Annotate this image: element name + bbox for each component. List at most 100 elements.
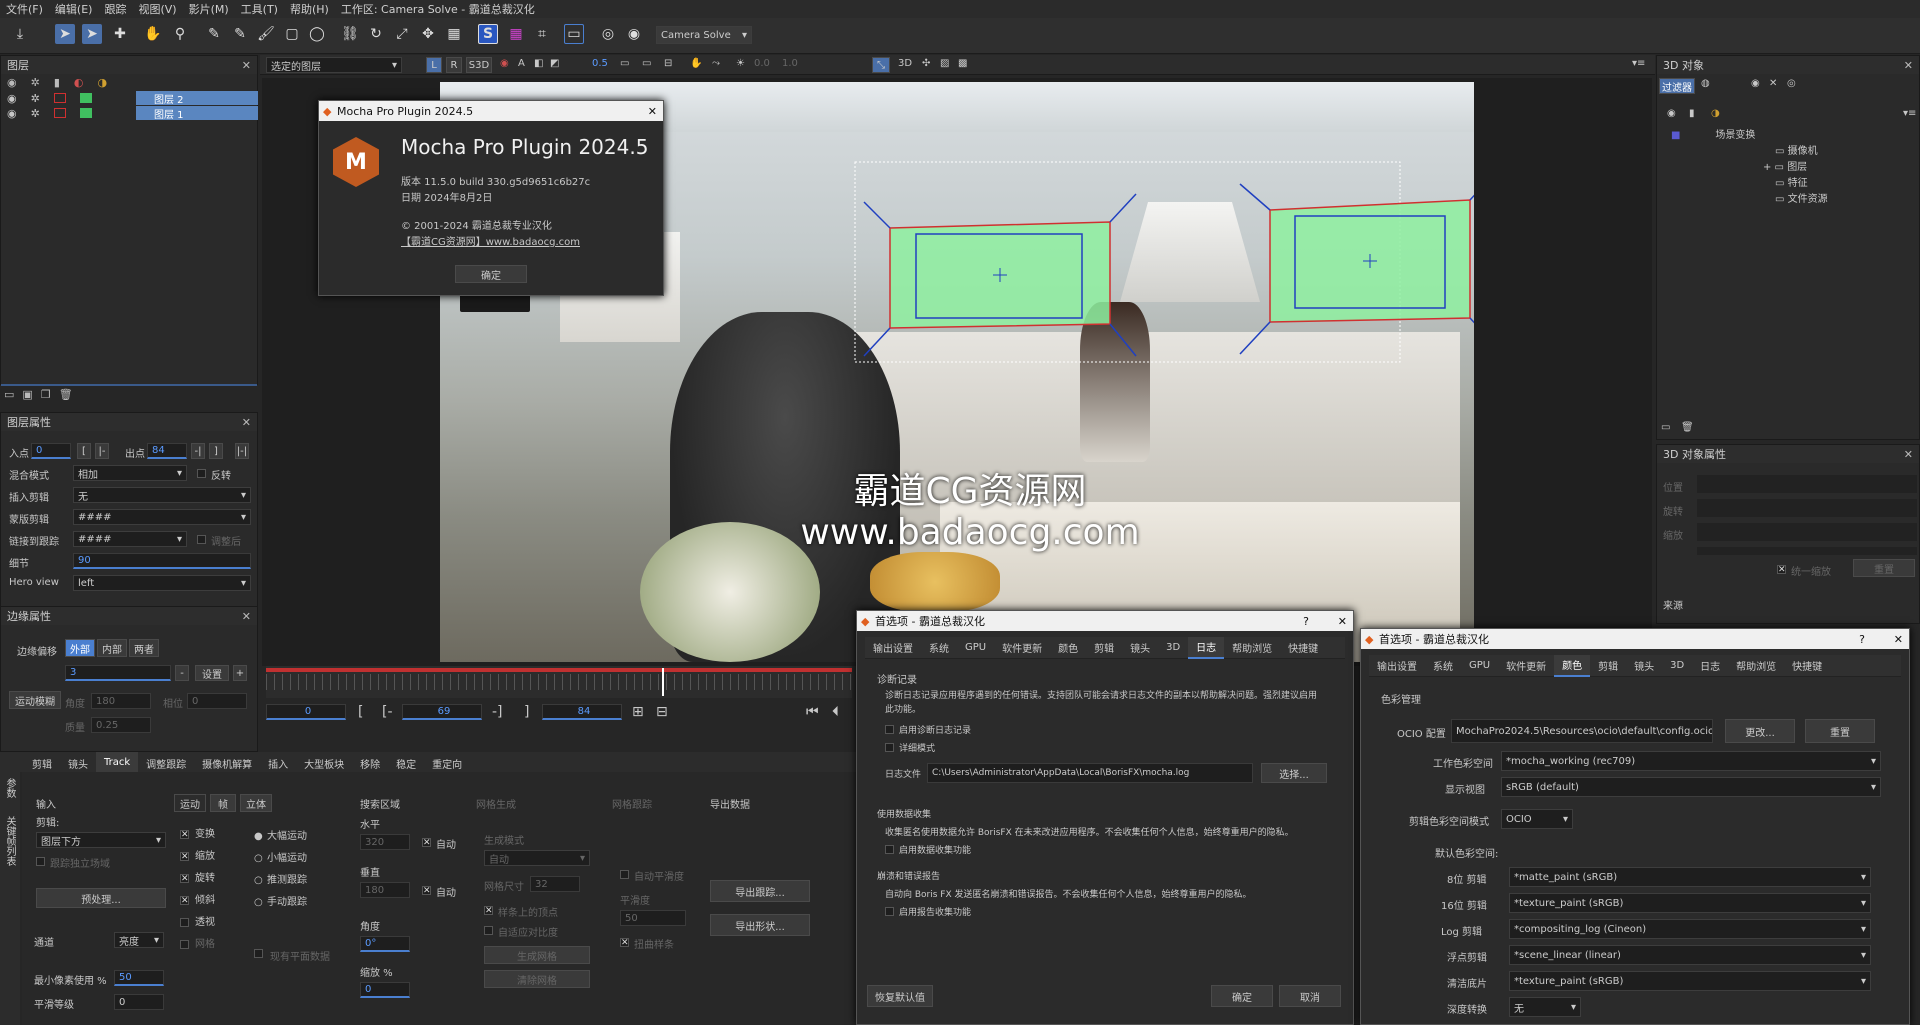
menu-tools[interactable]: 工具(T) [241,1,278,17]
xspline-icon[interactable]: ✎ [204,24,224,44]
outer-button[interactable]: 外部 [65,639,95,657]
tab-lens[interactable]: 镜头 [60,752,96,774]
clip-select[interactable]: 图层下方 ▾ [36,832,166,848]
verbose-checkbox[interactable]: 详细模式 [899,741,935,754]
scale-checkbox[interactable]: 缩放 [180,846,215,868]
set-button[interactable]: 设置 [195,665,229,681]
image-icon[interactable]: ▨ [940,58,949,69]
shear-checkbox[interactable]: 倾斜 [180,890,215,912]
tab-output[interactable]: 输出设置 [1369,655,1425,677]
surface-icon[interactable]: S [478,24,498,44]
monitor-icon[interactable]: ▭ [620,58,629,69]
tab-3d[interactable]: 3D [1158,637,1188,659]
close-icon[interactable]: ✕ [1904,448,1913,461]
smoothness-field[interactable]: 50 [620,910,686,926]
trash-icon[interactable]: 🗑 [1681,422,1694,433]
transform-checkbox[interactable]: 变换 [180,824,215,846]
tab-lens[interactable]: 镜头 [1626,655,1662,677]
overlay-icon[interactable]: ◩ [550,58,559,69]
link-icon[interactable]: ⛓ [340,24,360,44]
close-icon[interactable]: ✕ [1338,615,1347,628]
blend-select[interactable]: 相加 ▾ [73,465,187,481]
tab-reorient[interactable]: 重定向 [424,752,470,774]
hide-icon[interactable]: ✕ [1769,78,1777,89]
hand-icon[interactable]: ✋ [143,24,163,44]
brush-icon[interactable]: 🖌 [256,24,276,44]
matte-select[interactable]: #### ▾ [73,509,251,525]
detail-field[interactable]: 90 [73,553,251,569]
goto-out-icon[interactable]: -] [492,704,503,720]
palette-icon[interactable]: ◑ [98,76,108,89]
menu-help[interactable]: 帮助(H) [290,1,329,17]
close-icon[interactable]: ✕ [1894,633,1903,646]
large-motion-radio[interactable]: ● 大幅运动 [254,826,307,848]
tab-stereo[interactable]: 立体 [240,794,272,812]
tab-shortcuts[interactable]: 快捷键 [1280,637,1326,659]
reset-button[interactable]: 重置 [1853,559,1915,577]
layer-row[interactable]: ◉ ✲ 图层 2 [3,91,258,106]
palette-icon[interactable]: ◑ [1711,108,1720,119]
16bit-select[interactable]: *texture_paint (sRGB) ▾ [1509,893,1871,913]
manual-track-radio[interactable]: ○ 手动跟踪 [254,892,307,914]
invert-checkbox[interactable]: 反转 [211,467,231,482]
close-icon[interactable]: ✕ [1904,59,1913,72]
mesh-grid-icon[interactable]: ▦ [506,24,526,44]
lock-icon[interactable]: ▮ [1689,108,1695,119]
inferred-track-radio[interactable]: ○ 推测跟踪 [254,870,307,892]
right-view-button[interactable]: R [446,57,462,73]
menu-edit[interactable]: 编辑(E) [55,1,93,17]
quality-field[interactable]: 0.25 [91,717,151,733]
tab-camera-solve[interactable]: 摄像机解算 [194,752,260,774]
tab-lens[interactable]: 镜头 [1122,637,1158,659]
keyframe-prev-icon[interactable]: ⊞ [632,704,644,720]
tree-camera[interactable]: ▭ 摄像机 [1665,144,1828,160]
frame-icon[interactable]: ▭ [564,24,584,44]
brightness-icon[interactable]: ☀ [736,58,745,69]
folder-icon[interactable]: ▭ [1661,422,1670,433]
float-clip-select[interactable]: *scene_linear (linear) ▾ [1509,945,1871,965]
tree-scene-transform[interactable]: ■ 场景变换 [1665,128,1828,144]
angle-field[interactable]: 180 [91,693,151,709]
gear-icon[interactable]: ✲ [31,76,40,89]
inner-button[interactable]: 内部 [97,639,127,657]
tab-stabilize[interactable]: 稳定 [388,752,424,774]
end-frame-field[interactable]: 84 [542,704,622,720]
layer-name[interactable]: 图层 1 [136,106,258,121]
tab-log[interactable]: 日志 [1692,655,1728,677]
tab-remove[interactable]: 移除 [352,752,388,774]
edge-value-field[interactable]: 3 [65,665,171,681]
filter-button[interactable]: 过滤器 [1659,78,1695,94]
ok-button[interactable]: 确定 [455,265,527,283]
timeline[interactable] [266,666,852,698]
rgb-icon[interactable]: ◉ [500,58,509,69]
help-icon[interactable]: ? [1303,615,1309,628]
zoom-field[interactable]: 0 [360,982,410,998]
zoom-icon[interactable]: ⚲ [170,24,190,44]
vertical-auto-checkbox[interactable]: 自动 [436,884,456,899]
goto-in-button[interactable]: |- [95,443,109,459]
tab-output[interactable]: 输出设置 [865,637,921,659]
exposure-value[interactable]: 0.0 [754,58,770,69]
layer-name[interactable]: 图层 2 [136,91,258,106]
hero-select[interactable]: left ▾ [73,575,251,591]
tab-shortcuts[interactable]: 快捷键 [1784,655,1830,677]
motion-blur-button[interactable]: 运动模糊 [9,691,61,709]
tab-motion[interactable]: 运动 [174,794,206,812]
close-icon[interactable]: ✕ [242,610,251,623]
tab-log[interactable]: 日志 [1188,636,1225,659]
plus-button[interactable]: + [233,665,247,681]
set-out-icon[interactable]: ] [524,704,529,720]
tab-params[interactable]: 参数 [2,778,17,798]
minus-button[interactable]: - [175,665,189,681]
panel-menu-icon[interactable]: ▾≡ [1903,108,1916,119]
clear-mesh-button[interactable]: 清除网格 [484,970,590,988]
insert-select[interactable]: 无 ▾ [73,487,251,503]
alpha-icon[interactable]: A [518,58,525,69]
export-track-button[interactable]: 导出跟踪... [710,880,810,902]
export-shape-button[interactable]: 导出形状... [710,914,810,936]
move-icon[interactable]: ✥ [418,24,438,44]
bezier-icon[interactable]: ✎ [230,24,250,44]
enable-usage-checkbox[interactable]: 启用数据收集功能 [899,843,971,856]
preprocess-button[interactable]: 预处理... [36,888,166,908]
track-separate-checkbox[interactable]: 跟踪独立场域 [50,855,110,870]
